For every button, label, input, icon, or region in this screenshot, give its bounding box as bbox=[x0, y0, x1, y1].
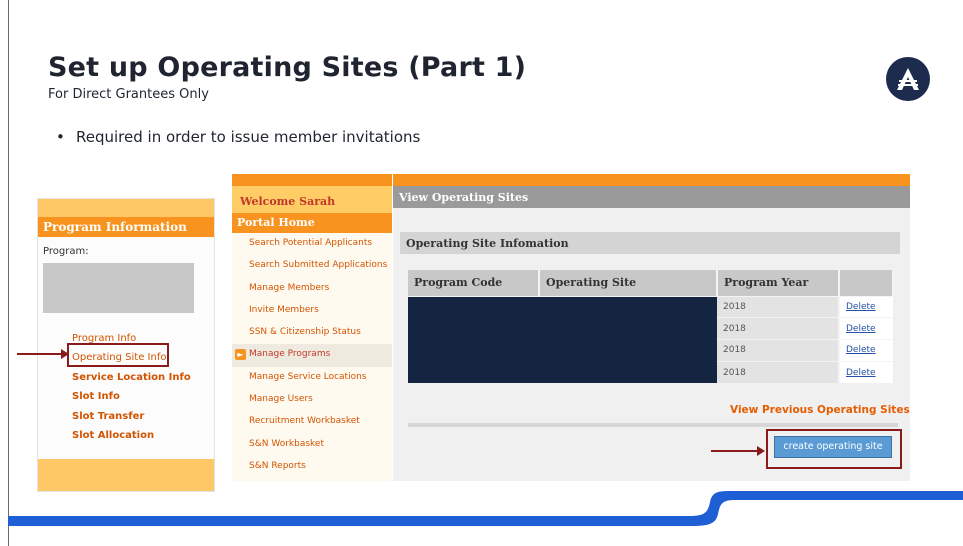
bullet-point: • Required in order to issue member invit… bbox=[56, 128, 420, 146]
column-header-program-code: Program Code bbox=[408, 270, 540, 296]
operating-sites-table: Program Code Operating Site Program Year… bbox=[408, 270, 894, 384]
column-header-program-year: Program Year bbox=[717, 270, 840, 296]
highlight-box-operating-site-info bbox=[67, 343, 169, 367]
program-year-cell: 2018 bbox=[717, 360, 839, 384]
welcome-text: Welcome Sarah bbox=[232, 186, 392, 213]
view-previous-operating-sites-link[interactable]: View Previous Operating Sites bbox=[730, 404, 910, 416]
delete-cell: Delete bbox=[838, 339, 893, 362]
nav-top-stripe bbox=[232, 174, 392, 186]
divider bbox=[408, 423, 898, 427]
nav-item-search-potential-applicants[interactable]: Search Potential Applicants bbox=[232, 233, 392, 255]
table-header-row: Program Code Operating Site Program Year bbox=[408, 270, 894, 296]
program-select-redacted bbox=[43, 263, 194, 313]
delete-link[interactable]: Delete bbox=[846, 324, 876, 334]
nav-item-manage-users[interactable]: Manage Users bbox=[232, 389, 392, 411]
link-slot-info[interactable]: Slot Info bbox=[38, 391, 214, 410]
program-links: Program Info Operating Site Info Service… bbox=[38, 313, 214, 449]
redacted-site-data bbox=[408, 295, 717, 384]
nav-item-label: Manage Programs bbox=[249, 349, 331, 360]
delete-cell: Delete bbox=[838, 317, 893, 340]
nav-item-manage-members[interactable]: Manage Members bbox=[232, 278, 392, 300]
delete-link[interactable]: Delete bbox=[846, 345, 876, 355]
nav-item-search-submitted-applications[interactable]: Search Submitted Applications bbox=[232, 255, 392, 277]
portal-home-link[interactable]: Portal Home bbox=[232, 213, 392, 233]
bullet-text: Required in order to issue member invita… bbox=[76, 128, 421, 146]
footer-wave-decoration bbox=[8, 491, 963, 526]
table-row: 2018 Delete bbox=[408, 295, 893, 384]
nav-item-recruitment-workbasket[interactable]: Recruitment Workbasket bbox=[232, 411, 392, 433]
operating-site-information-header: Operating Site Infomation bbox=[400, 232, 900, 254]
program-year-cell: 2018 bbox=[717, 339, 839, 362]
column-header-operating-site: Operating Site bbox=[539, 270, 718, 296]
active-arrow-icon: ► bbox=[235, 349, 246, 361]
link-slot-allocation[interactable]: Slot Allocation bbox=[38, 430, 214, 449]
delete-cell: Delete bbox=[838, 360, 893, 384]
slide-title: Set up Operating Sites (Part 1) bbox=[48, 52, 527, 83]
pointer-arrow-icon bbox=[17, 349, 69, 359]
program-year-cell: 2018 bbox=[717, 317, 839, 340]
delete-link[interactable]: Delete bbox=[846, 368, 876, 378]
slide-subtitle: For Direct Grantees Only bbox=[48, 87, 209, 102]
delete-cell: Delete bbox=[838, 295, 893, 318]
nav-item-manage-programs[interactable]: ► Manage Programs bbox=[232, 344, 392, 367]
portal-nav-panel: Welcome Sarah Portal Home Search Potenti… bbox=[232, 174, 392, 481]
program-information-header: Program Information bbox=[38, 217, 214, 237]
main-top-stripe bbox=[393, 174, 910, 186]
program-label: Program: bbox=[43, 246, 89, 257]
nav-item-sn-reports[interactable]: S&N Reports bbox=[232, 456, 392, 478]
bullet-icon: • bbox=[56, 128, 65, 146]
highlight-box-create-button bbox=[766, 429, 902, 469]
nav-item-sn-workbasket[interactable]: S&N Workbasket bbox=[232, 434, 392, 456]
link-slot-transfer[interactable]: Slot Transfer bbox=[38, 411, 214, 430]
view-operating-sites-title: View Operating Sites bbox=[393, 186, 910, 208]
pointer-arrow-icon bbox=[711, 446, 765, 456]
link-service-location-info[interactable]: Service Location Info bbox=[38, 372, 214, 391]
delete-link[interactable]: Delete bbox=[846, 302, 876, 312]
column-header-actions bbox=[839, 270, 894, 296]
nav-item-ssn-citizenship-status[interactable]: SSN & Citizenship Status bbox=[232, 322, 392, 344]
panel-bottom-bar bbox=[38, 459, 214, 491]
nav-item-manage-service-locations[interactable]: Manage Service Locations bbox=[232, 367, 392, 389]
program-year-cell: 2018 bbox=[717, 295, 839, 318]
nav-item-invite-members[interactable]: Invite Members bbox=[232, 300, 392, 322]
brand-logo-icon bbox=[886, 57, 930, 101]
panel-top-bar bbox=[38, 199, 214, 217]
